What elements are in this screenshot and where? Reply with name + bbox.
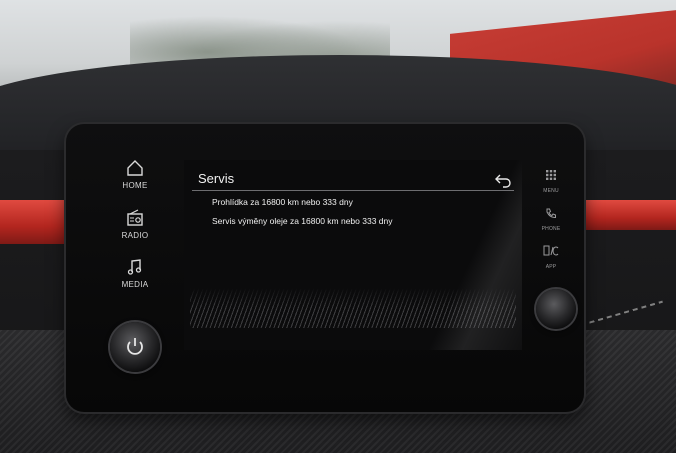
radio-icon <box>127 209 143 226</box>
display-screen: Servis Prohlídka za 16800 km nebo 333 dn… <box>184 160 522 350</box>
red-trim-right <box>580 200 676 230</box>
menu-button[interactable]: MENU <box>528 168 574 194</box>
menu-label: MENU <box>543 188 559 194</box>
home-button[interactable]: HOME <box>100 158 170 190</box>
power-volume-knob[interactable] <box>110 322 160 372</box>
car-interior-photo: HOME RADIO MEDIA Servis Prohlídka za 168… <box>0 0 676 453</box>
music-note-icon <box>127 259 142 275</box>
media-button[interactable]: MEDIA <box>100 257 170 289</box>
home-label: HOME <box>122 181 148 190</box>
phone-button[interactable]: PHONE <box>528 206 574 232</box>
phone-label: PHONE <box>541 226 561 232</box>
media-label: MEDIA <box>121 280 149 289</box>
tuning-knob[interactable] <box>536 289 576 329</box>
radio-button[interactable]: RADIO <box>100 208 170 240</box>
phone-icon <box>546 208 556 219</box>
radio-label: RADIO <box>121 231 149 240</box>
title-divider <box>192 190 514 191</box>
app-icon <box>543 245 559 256</box>
app-button[interactable]: APP <box>528 244 574 270</box>
back-arrow-icon[interactable] <box>494 172 512 188</box>
service-message-oil-change[interactable]: Servis výměny oleje za 16800 km nebo 333… <box>212 216 393 226</box>
app-label: APP <box>545 264 557 270</box>
decorative-wave-pattern <box>190 288 516 328</box>
grid-icon <box>546 170 556 180</box>
power-icon <box>127 338 143 355</box>
page-title: Servis <box>198 171 235 186</box>
home-icon <box>127 160 143 176</box>
service-message-inspection[interactable]: Prohlídka za 16800 km nebo 333 dny <box>212 197 353 207</box>
